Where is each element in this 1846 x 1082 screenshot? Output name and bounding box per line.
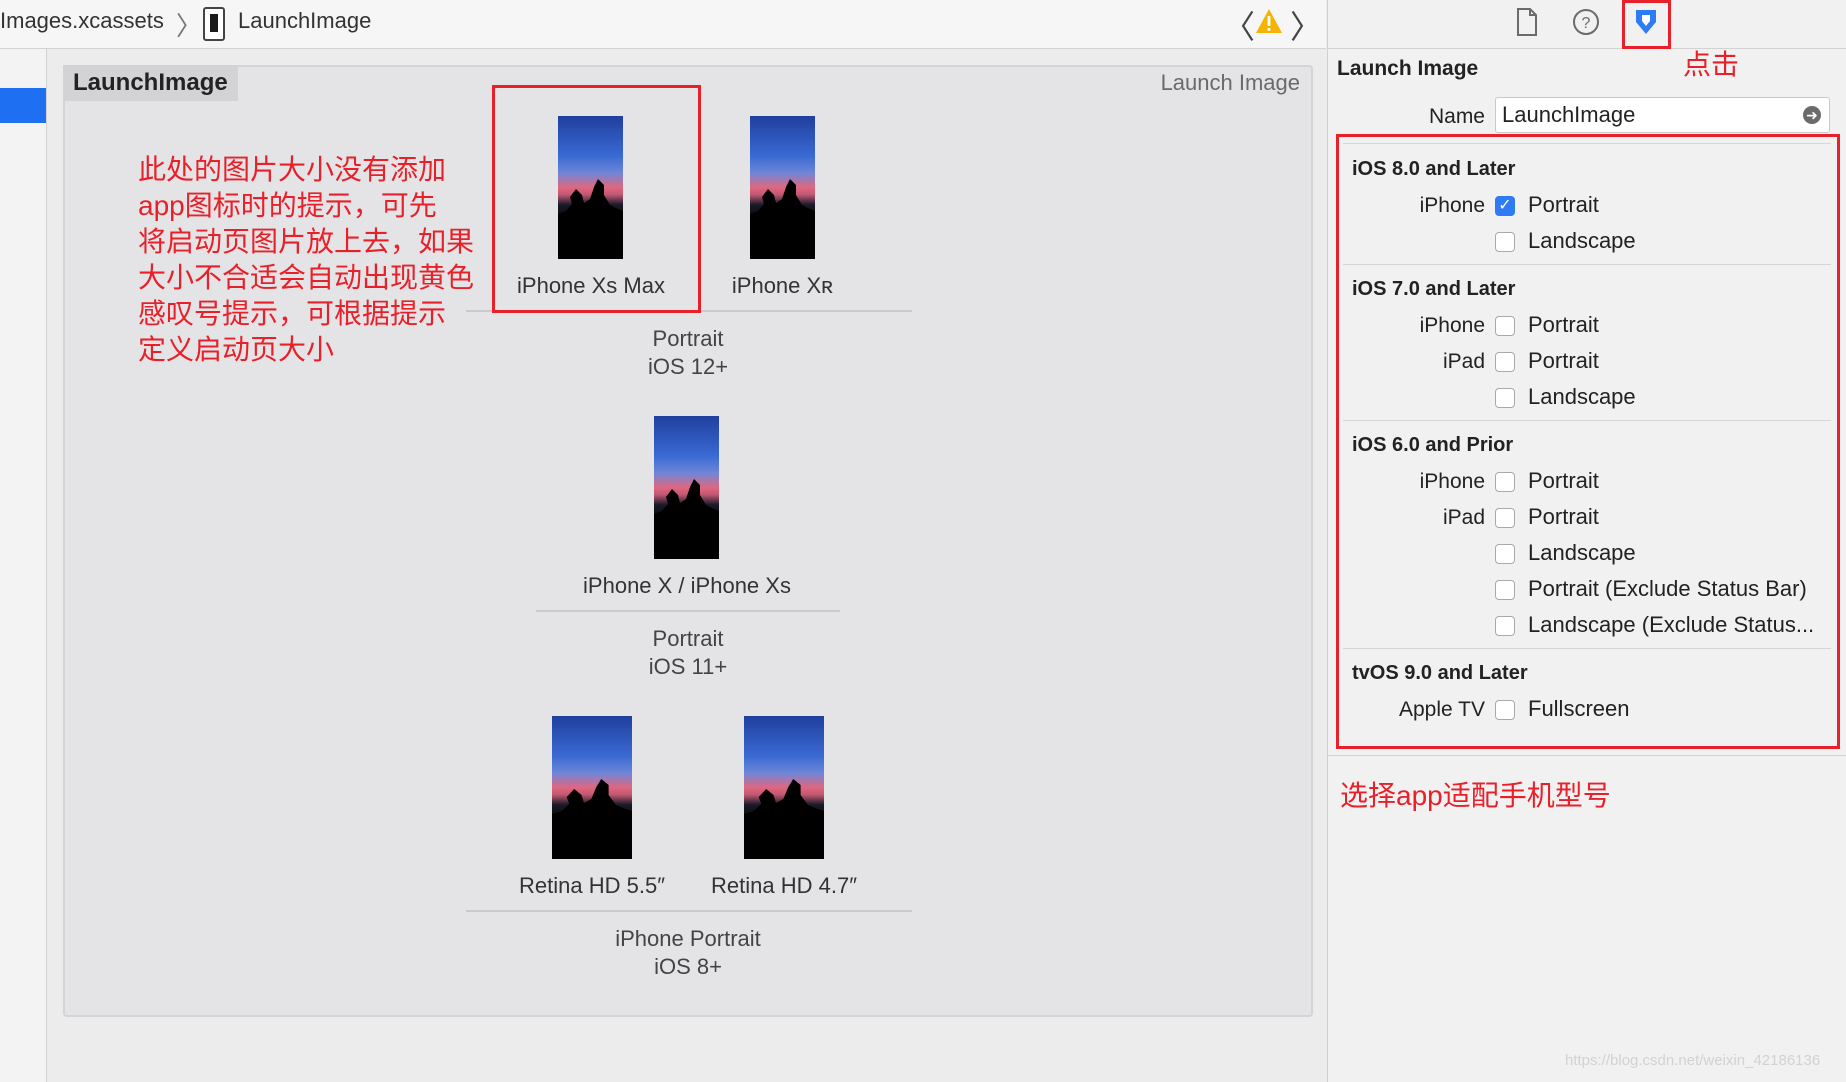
file-inspector-icon[interactable] <box>1510 6 1542 38</box>
inspector-divider <box>1327 755 1846 756</box>
group-caption-ios11: Portrait iOS 11+ <box>566 625 810 681</box>
annotation-select-devices: 选择app适配手机型号 <box>1340 780 1611 811</box>
group-caption-line: Portrait <box>652 326 724 351</box>
navigate-back-button[interactable]: 〈 <box>1223 2 1255 48</box>
svg-text:?: ? <box>1582 15 1591 32</box>
group-divider <box>536 610 840 612</box>
image-set-name[interactable]: LaunchImage <box>63 65 238 101</box>
image-set-kind: Launch Image <box>1160 70 1300 95</box>
annotation-line: 定义启动页大小 <box>138 334 335 365</box>
group-caption-line: Portrait <box>652 626 724 651</box>
group-caption-line: iPhone Portrait <box>615 926 761 951</box>
breadcrumb-launchimage[interactable]: LaunchImage <box>238 8 371 34</box>
slot-label-hd47: Retina HD 4.7″ <box>711 873 857 898</box>
annotation-line: 将启动页图片放上去，如果 <box>138 226 475 257</box>
highlight-box-xs-max <box>492 85 701 313</box>
inspector-section-title: Launch Image <box>1337 57 1479 80</box>
help-icon[interactable]: ? <box>1570 6 1602 38</box>
launch-image-thumb-x-xs[interactable] <box>654 416 719 559</box>
annotation-line: 感叹号提示，可根据提示 <box>138 298 447 329</box>
annotation-left-note: 此处的图片大小没有添加 app图标时的提示，可先 将启动页图片放上去，如果 大小… <box>138 152 488 368</box>
breadcrumb-images-xcassets[interactable]: Images.xcassets <box>0 8 164 34</box>
slot-label-hd55: Retina HD 5.5″ <box>519 873 665 898</box>
group-caption-ios8: iPhone Portrait iOS 8+ <box>566 925 810 981</box>
group-caption-line: iOS 11+ <box>648 654 728 679</box>
name-field[interactable] <box>1495 97 1830 133</box>
launch-image-thumb-hd47[interactable] <box>744 716 824 859</box>
warning-icon[interactable] <box>1255 8 1283 34</box>
silhouette-image <box>744 778 824 859</box>
highlight-box-attributes-tab <box>1622 0 1671 49</box>
launch-image-asset-icon <box>203 7 225 41</box>
annotation-line: 此处的图片大小没有添加 <box>138 154 447 185</box>
watermark: https://blog.csdn.net/weixin_42186136 <box>1565 1052 1821 1069</box>
launch-image-thumb-xr[interactable] <box>750 116 815 259</box>
name-label: Name <box>1428 105 1485 128</box>
arrow-right-circle-icon[interactable]: ➜ <box>1803 106 1821 124</box>
sidebar-selected-row[interactable] <box>0 88 46 123</box>
group-divider <box>466 910 912 912</box>
group-caption-line: iOS 12+ <box>647 354 729 379</box>
navigator-sidebar <box>0 49 47 1082</box>
silhouette-image <box>552 778 632 859</box>
group-caption-ios12: Portrait iOS 12+ <box>566 325 810 381</box>
annotation-click: 点击 <box>1683 49 1740 80</box>
slot-label-xr: iPhone Xʀ <box>731 273 834 298</box>
slot-label-x-xs: iPhone X / iPhone Xs <box>583 573 791 598</box>
annotation-line: 大小不合适会自动出现黄色 <box>138 262 475 293</box>
launch-image-thumb-hd55[interactable] <box>552 716 632 859</box>
silhouette-image <box>654 478 719 559</box>
silhouette-image <box>750 178 815 259</box>
breadcrumb-separator: 〉 <box>176 11 203 41</box>
highlight-box-device-options <box>1336 134 1840 749</box>
navigate-forward-button[interactable]: 〉 <box>1290 2 1322 48</box>
annotation-line: app图标时的提示，可先 <box>138 190 437 221</box>
group-caption-line: iOS 8+ <box>654 954 722 979</box>
